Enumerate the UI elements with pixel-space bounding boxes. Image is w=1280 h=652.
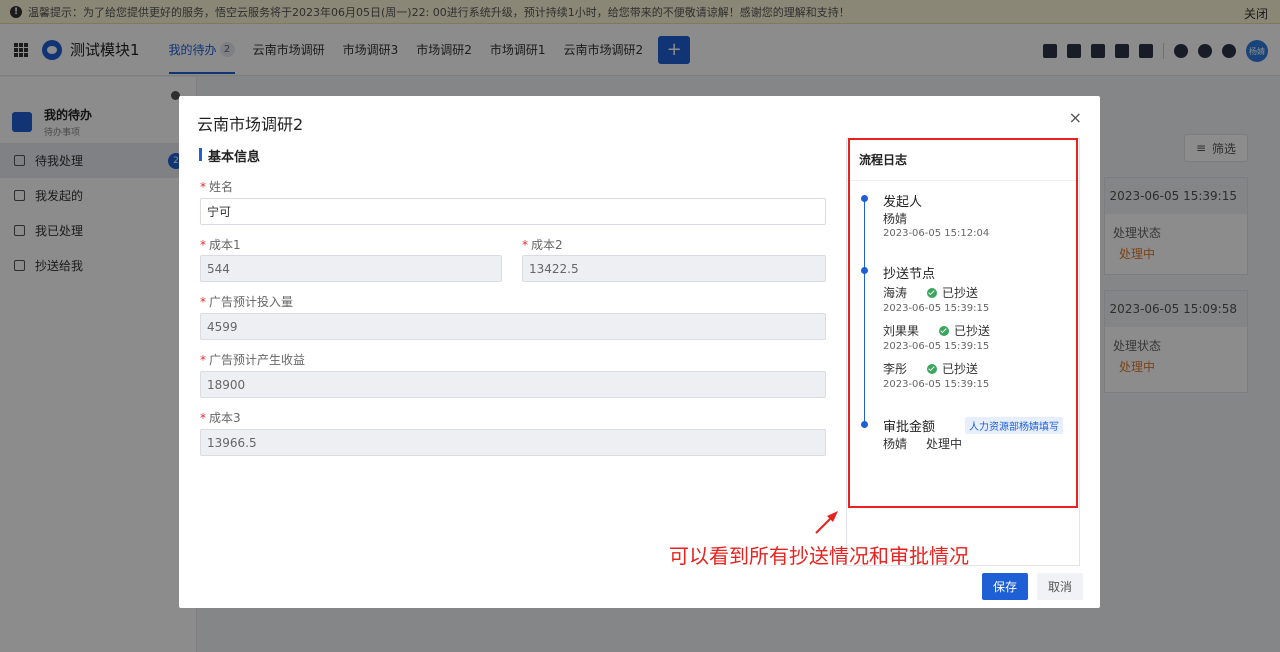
save-button[interactable]: 保存 — [982, 573, 1028, 600]
form-modal: 云南市场调研2 × 基本信息 * 姓名 宁可 * 成本1 544 * 成本2 1342… — [179, 96, 1100, 608]
approval-tag: 人力资源部杨婧填写 — [965, 417, 1063, 434]
cc-status: 已抄送 — [927, 284, 978, 301]
cc-time: 2023-06-05 15:39:15 — [883, 303, 990, 314]
ad-invest-label: * 广告预计投入量 — [200, 295, 294, 309]
cc-time: 2023-06-05 15:39:15 — [883, 379, 990, 390]
log-title: 流程日志 — [847, 139, 1079, 181]
name-field[interactable]: 宁可 — [200, 198, 826, 225]
timeline-dot — [861, 267, 868, 274]
cost2-label: * 成本2 — [522, 238, 563, 252]
ad-invest-field: 4599 — [200, 313, 826, 340]
modal-title: 云南市场调研2 — [197, 115, 304, 134]
check-circle-icon — [927, 363, 937, 374]
cc-time: 2023-06-05 15:39:15 — [883, 341, 990, 352]
cost3-field: 13966.5 — [200, 429, 826, 456]
timeline-dot — [861, 195, 868, 202]
initiator-person: 杨婧 — [883, 212, 908, 226]
cc-node-title: 抄送节点 — [883, 267, 936, 282]
initiator-title: 发起人 — [883, 195, 923, 210]
cost1-label: * 成本1 — [200, 238, 241, 252]
process-log-panel: 流程日志 发起人 杨婧 2023-06-05 15:12:04 抄送节点 海涛 … — [846, 138, 1080, 566]
annotation-text: 可以看到所有抄送情况和审批情况 — [669, 544, 969, 568]
cc-person: 海涛 — [883, 286, 908, 300]
cancel-button[interactable]: 取消 — [1037, 573, 1083, 600]
cc-person: 刘果果 — [883, 324, 920, 338]
cost1-field: 544 — [200, 255, 502, 282]
check-circle-icon — [939, 325, 949, 336]
cost2-field: 13422.5 — [522, 255, 826, 282]
approval-person: 杨婧 — [883, 437, 908, 451]
approval-status: 处理中 — [926, 437, 963, 451]
cc-status: 已抄送 — [939, 322, 990, 339]
annotation-arrow-icon — [815, 511, 838, 534]
cc-status: 已抄送 — [927, 360, 978, 377]
ad-revenue-label: * 广告预计产生收益 — [200, 353, 306, 367]
check-circle-icon — [927, 287, 937, 298]
approval-title: 审批金额 — [883, 420, 936, 435]
section-title: 基本信息 — [199, 146, 260, 165]
timeline-line — [864, 199, 865, 425]
initiator-time: 2023-06-05 15:12:04 — [883, 228, 990, 239]
ad-revenue-field: 18900 — [200, 371, 826, 398]
cost3-label: * 成本3 — [200, 411, 241, 425]
cc-person: 李彤 — [883, 362, 908, 376]
name-label: * 姓名 — [200, 180, 234, 194]
timeline-dot — [861, 421, 868, 428]
close-icon[interactable]: × — [1069, 108, 1082, 127]
